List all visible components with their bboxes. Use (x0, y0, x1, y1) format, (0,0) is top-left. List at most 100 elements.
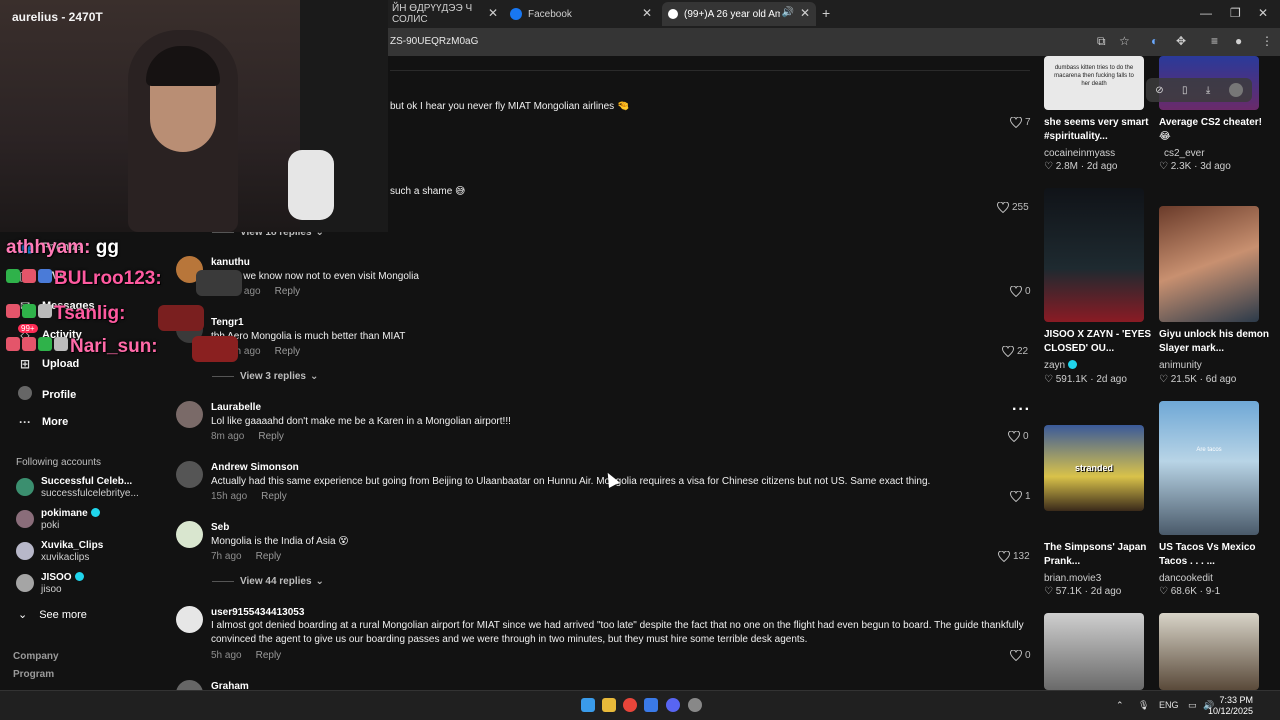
heart-icon (1010, 650, 1022, 661)
close-icon[interactable]: ✕ (488, 6, 498, 20)
nav-more[interactable]: ··· More (16, 415, 68, 429)
menu-kebab-icon[interactable]: ⋮ (1261, 34, 1273, 48)
video-thumbnail[interactable]: Are tacos (1159, 401, 1259, 535)
close-window-icon[interactable]: ✕ (1258, 6, 1268, 20)
close-icon[interactable]: ✕ (642, 6, 652, 20)
reply-button[interactable]: Reply (275, 346, 301, 357)
comment-username[interactable]: user9155434413053 (211, 607, 304, 618)
see-more-button[interactable]: ⌄ See more (18, 608, 87, 621)
video-author[interactable]: cs2_ever (1164, 148, 1205, 159)
messages-badge: 99+ (18, 324, 38, 333)
chat-emote (196, 270, 242, 296)
discord-icon[interactable] (666, 698, 680, 712)
tab-tiktok[interactable]: (99+)A 26 year old America 🔊 ✕ (662, 2, 816, 26)
microphone-icon[interactable]: 🎙 (1138, 700, 1149, 711)
video-thumbnail[interactable] (1044, 613, 1144, 690)
chrome-icon[interactable] (623, 698, 637, 712)
like-count: 255 (1012, 202, 1029, 213)
footer-program[interactable]: Program (13, 669, 54, 680)
settings-gear-icon[interactable] (688, 698, 702, 712)
avatar[interactable] (176, 606, 203, 633)
like-button[interactable]: 0 (1010, 650, 1031, 661)
reply-button[interactable]: Reply (256, 650, 282, 661)
like-button[interactable]: 255 (997, 202, 1029, 213)
avatar[interactable] (176, 521, 203, 548)
reply-button[interactable]: Reply (275, 286, 301, 297)
close-icon[interactable]: ✕ (800, 6, 810, 20)
reply-button[interactable]: Reply (256, 551, 282, 562)
chat-username: BULroo123: (54, 268, 162, 289)
more-options-icon[interactable]: ··· (1012, 401, 1031, 419)
like-button[interactable]: 0 (1008, 431, 1029, 442)
video-title[interactable]: JISOO X ZAYN - 'EYES CLOSED' OU... (1044, 328, 1154, 356)
footer-company[interactable]: Company (13, 651, 59, 662)
video-thumbnail[interactable]: dumbass kitten tries to do the macarena … (1044, 56, 1144, 110)
video-thumbnail[interactable] (1044, 188, 1144, 322)
video-author[interactable]: dancookedit (1159, 573, 1213, 584)
tab-facebook[interactable]: Facebook ✕ (504, 2, 658, 26)
phone-icon[interactable]: ▯ (1182, 85, 1188, 96)
app-icon[interactable] (644, 698, 658, 712)
puzzle-icon[interactable]: ✥ (1176, 34, 1186, 48)
file-explorer-icon[interactable] (602, 698, 616, 712)
media-icon[interactable]: ≡ (1211, 34, 1218, 48)
video-title[interactable]: she seems very smart #spirituality... (1044, 116, 1154, 144)
comment-username[interactable]: Graham (211, 681, 249, 690)
like-button[interactable]: 1 (1010, 491, 1031, 502)
install-icon[interactable]: ⧉ (1097, 34, 1106, 49)
like-button[interactable]: 132 (998, 551, 1030, 562)
avatar[interactable] (176, 461, 203, 488)
video-thumbnail[interactable] (1159, 206, 1259, 322)
restore-icon[interactable]: ❐ (1230, 6, 1241, 20)
comment-username[interactable]: Tengr1 (211, 317, 244, 328)
comment-username[interactable]: Andrew Simonson (211, 462, 299, 473)
bookmark-star-icon[interactable]: ☆ (1119, 34, 1130, 48)
video-title[interactable]: The Simpsons' Japan Prank... (1044, 541, 1154, 569)
view-replies-button[interactable]: View 3 replies ⌄ (212, 371, 318, 382)
system-clock[interactable]: 7:33 PM 10/12/2025 (1208, 695, 1253, 717)
chat-emote (158, 305, 204, 331)
video-author[interactable]: animunity (1159, 360, 1202, 371)
speaker-icon[interactable]: 🔊 (782, 7, 794, 18)
avatar[interactable] (176, 680, 203, 690)
video-title[interactable]: Average CS2 cheater! 😂 (1159, 116, 1269, 144)
extension-icon[interactable]: ◐ (1151, 34, 1158, 48)
download-icon[interactable]: ⤓ (1206, 85, 1210, 96)
divider (390, 70, 1030, 71)
avatar[interactable] (176, 401, 203, 428)
comment-username[interactable]: kanuthu (211, 257, 250, 268)
subscriber-badge (38, 337, 52, 351)
comment-username[interactable]: Laurabelle (211, 402, 261, 413)
video-title[interactable]: US Tacos Vs Mexico Tacos . . . ... (1159, 541, 1269, 569)
video-thumbnail[interactable] (1159, 613, 1259, 690)
chat-username: athhyam: (6, 237, 91, 258)
minimize-icon[interactable]: — (1200, 6, 1212, 20)
new-tab-button[interactable]: + (822, 5, 830, 21)
video-thumbnail[interactable]: stranded (1044, 425, 1144, 511)
heart-icon: ♡ (1044, 586, 1056, 597)
reply-button[interactable]: Reply (261, 491, 287, 502)
avatar[interactable] (1228, 83, 1243, 97)
video-author[interactable]: zayn (1044, 360, 1078, 371)
video-author[interactable]: cocaineinmyass (1044, 148, 1115, 159)
language-indicator[interactable]: ENG (1159, 700, 1179, 710)
verified-icon (1068, 360, 1078, 369)
nav-upload[interactable]: ⊞ Upload (16, 357, 79, 371)
reply-button[interactable]: Reply (258, 431, 284, 442)
windows-start-icon[interactable] (581, 698, 595, 712)
tray-chevron-icon[interactable]: ⌃ (1116, 700, 1124, 711)
video-title[interactable]: Giyu unlock his demon Slayer mark... (1159, 328, 1269, 356)
like-button[interactable]: 7 (1010, 117, 1031, 128)
heart-icon: ♡ (1044, 161, 1056, 172)
tab-mongolian[interactable]: ЙН ӨДРҮҮДЭЭ Ч СОЛИС ✕ (386, 2, 504, 26)
view-replies-button[interactable]: View 44 replies ⌄ (212, 576, 324, 587)
network-icon[interactable]: ▭ (1188, 700, 1197, 711)
nav-profile[interactable]: Profile (16, 386, 76, 403)
video-author[interactable]: brian.movie3 (1044, 573, 1101, 584)
like-button[interactable]: 0 (1010, 286, 1031, 297)
link-icon[interactable]: ⊘ (1155, 85, 1163, 96)
url-field[interactable]: ZS-90UEQRzM0aG (390, 36, 478, 47)
comment-username[interactable]: Seb (211, 522, 229, 533)
like-button[interactable]: 22 (1002, 346, 1028, 357)
profile-avatar-icon[interactable]: ● (1235, 34, 1242, 48)
